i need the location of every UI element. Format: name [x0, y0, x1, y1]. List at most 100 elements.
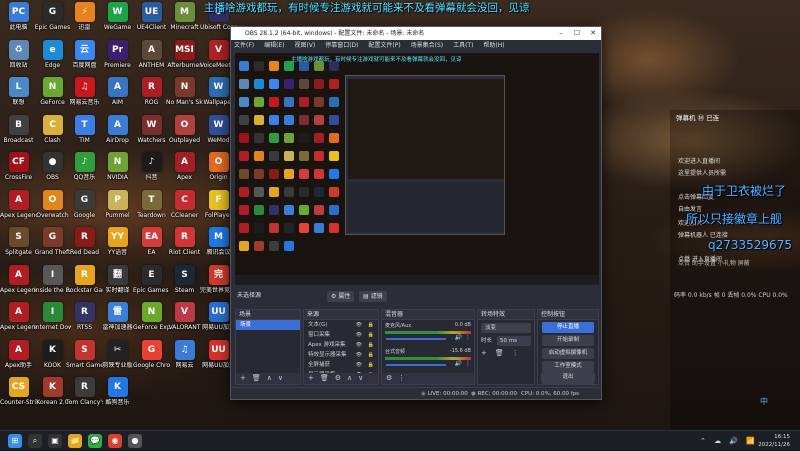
- visibility-icon[interactable]: 👁: [356, 360, 362, 370]
- lock-icon[interactable]: 🔒: [368, 340, 374, 350]
- status-bar: ◉ LIVE: 00:00:00 ● REC: 00:00:00 CPU: 0.…: [231, 387, 601, 399]
- chat-row: 欢迎进入直播间: [678, 158, 721, 165]
- preview-canvas[interactable]: 主播啥游戏都玩，有时候专注游戏就可能来不及看弹幕就会没回，见谅: [235, 53, 599, 285]
- preview-icon: [284, 133, 294, 143]
- preview-icon: [314, 151, 324, 161]
- app-icon: W: [208, 77, 229, 97]
- visibility-icon[interactable]: 👁: [356, 340, 362, 350]
- app-icon: ♻: [8, 39, 29, 60]
- menu-docks[interactable]: 停靠窗口(D): [325, 42, 358, 49]
- preview-icon: [314, 205, 324, 215]
- speaker-icon[interactable]: 🔊: [455, 360, 462, 367]
- preview-icon: [254, 223, 264, 233]
- source-item[interactable]: 特效显示器采集 👁 🔒: [304, 350, 378, 360]
- preview-icon: [254, 61, 264, 71]
- more-icon[interactable]: ⋮: [465, 334, 471, 341]
- ime-indicator[interactable]: 中: [760, 396, 768, 407]
- tray-icons[interactable]: ⌃ ☁ 🔊 📶: [700, 437, 758, 445]
- app-icon: B: [8, 114, 29, 135]
- volume-slider[interactable]: [386, 364, 446, 366]
- exit-button[interactable]: 退出: [541, 372, 595, 383]
- desktop-icon[interactable]: GGoogle Chrome: [133, 338, 170, 387]
- preview-icon: [254, 187, 264, 197]
- filters-button[interactable]: ▤ 滤镜: [359, 291, 387, 302]
- duration-field[interactable]: 50 ms: [497, 336, 531, 346]
- wechat-icon[interactable]: 💬: [88, 434, 102, 448]
- preview-icon: [239, 187, 249, 197]
- overlay-text-1: 由于卫衣被烂了: [702, 184, 787, 198]
- more-icon[interactable]: ⋮: [465, 360, 471, 367]
- transitions-header: 转场特效: [478, 310, 534, 320]
- start-recording-button[interactable]: 开始录制: [542, 335, 594, 346]
- menu-file[interactable]: 文件(F): [234, 42, 254, 49]
- lock-icon[interactable]: 🔒: [368, 350, 374, 360]
- menu-scene-collection[interactable]: 场景集合(S): [411, 42, 444, 49]
- track-db: 0.0 dB: [454, 322, 471, 328]
- scenes-dock: 场景 场景 +🗑∧∨: [235, 309, 301, 385]
- source-item[interactable]: 窗口采集 👁 🔒: [304, 330, 378, 340]
- app-icon: G: [141, 339, 162, 360]
- visibility-icon[interactable]: 👁: [356, 350, 362, 360]
- virtual-camera-button[interactable]: 启动虚拟摄像机: [542, 348, 594, 359]
- menu-profile[interactable]: 配置文件(P): [368, 42, 400, 49]
- clock[interactable]: 16:15 2022/11/26: [758, 433, 790, 449]
- volume-slider[interactable]: [386, 338, 446, 340]
- mixer-toolbar[interactable]: ⚙⋮: [382, 373, 474, 384]
- track-db: -15.6 dB: [449, 348, 471, 354]
- file-explorer-icon[interactable]: 📁: [68, 434, 82, 448]
- app-icon: F: [208, 189, 229, 210]
- maximize-icon[interactable]: ☐: [569, 27, 585, 40]
- source-item[interactable]: 全屏捕获 👁 🔒: [304, 360, 378, 370]
- title-bar[interactable]: OBS 28.1.2 (64-bit, windows) - 配置文件: 未命名…: [231, 27, 601, 40]
- lock-icon[interactable]: 🔒: [368, 320, 374, 330]
- windows-icon[interactable]: ⊞: [8, 434, 22, 448]
- search-icon[interactable]: ⌕: [28, 434, 42, 448]
- obs-icon[interactable]: ●: [128, 434, 142, 448]
- transition-buttons[interactable]: +🗑⋮: [481, 349, 531, 357]
- app-icon: C: [174, 189, 195, 210]
- source-item[interactable]: Apex 游戏采集 👁 🔒: [304, 340, 378, 350]
- menu-edit[interactable]: 编辑(E): [264, 42, 284, 49]
- stop-streaming-button[interactable]: 停止直播: [542, 322, 594, 333]
- app-icon: R: [74, 377, 95, 397]
- obs-window[interactable]: OBS 28.1.2 (64-bit, windows) - 配置文件: 未命名…: [230, 26, 602, 400]
- close-icon[interactable]: ✕: [585, 27, 601, 40]
- preview-taskbar: [235, 275, 599, 285]
- preview-icon: [314, 169, 324, 179]
- app-icon: A: [8, 264, 29, 285]
- transition-select[interactable]: 淡变: [481, 323, 531, 333]
- desktop-icon[interactable]: RTom Clancy's R.: [66, 375, 103, 424]
- properties-button[interactable]: ⚙ 属性: [327, 291, 355, 302]
- app-icon: UE: [141, 2, 162, 22]
- app-icon: S: [8, 227, 29, 247]
- task-view-icon[interactable]: ▣: [48, 434, 62, 448]
- chrome-icon[interactable]: ◉: [108, 434, 122, 448]
- speaker-icon[interactable]: 🔊: [455, 334, 462, 341]
- preview-icon: [269, 223, 279, 233]
- scenes-toolbar[interactable]: +🗑∧∨: [236, 373, 300, 384]
- minimize-icon[interactable]: –: [553, 27, 569, 40]
- visibility-icon[interactable]: 👁: [356, 320, 362, 330]
- preview-icon: [284, 169, 294, 179]
- lock-icon[interactable]: 🔒: [368, 360, 374, 370]
- app-icon: S: [74, 339, 95, 360]
- menu-view[interactable]: 视图(V): [294, 42, 315, 49]
- menu-tools[interactable]: 工具(T): [453, 42, 473, 49]
- sources-toolbar[interactable]: +🗑⚙∧∨: [304, 373, 378, 384]
- lock-icon[interactable]: 🔒: [368, 330, 374, 340]
- menu-help[interactable]: 帮助(H): [483, 42, 504, 49]
- desktop-icon[interactable]: ♫ 网易云: [166, 338, 203, 387]
- desktop-icon[interactable]: K 酷狗音乐: [99, 375, 136, 424]
- studio-mode-button[interactable]: 工作室模式: [542, 361, 594, 372]
- preview-icon: [254, 151, 264, 161]
- visibility-icon[interactable]: 👁: [356, 330, 362, 340]
- scene-item[interactable]: 场景: [236, 320, 300, 330]
- source-item[interactable]: 文本(G) 👁 🔒: [304, 320, 378, 330]
- app-icon: G: [42, 2, 63, 22]
- desktop-icon[interactable]: CSCounter-Strike Global Off.: [0, 375, 37, 424]
- danmu-banner: 主播啥游戏都玩，有时候专注游戏就可能来不及看弹幕就会没回，见谅: [204, 2, 530, 14]
- audio-mixer-dock: 混音器 麦克风/Aux 0.0 dB 🔊 ⋮ 台式音频 -15.6 dB 🔊 ⋮…: [381, 309, 475, 385]
- preview-icon: [254, 241, 264, 251]
- preview-icon: [254, 169, 264, 179]
- preview-icon: [239, 223, 249, 233]
